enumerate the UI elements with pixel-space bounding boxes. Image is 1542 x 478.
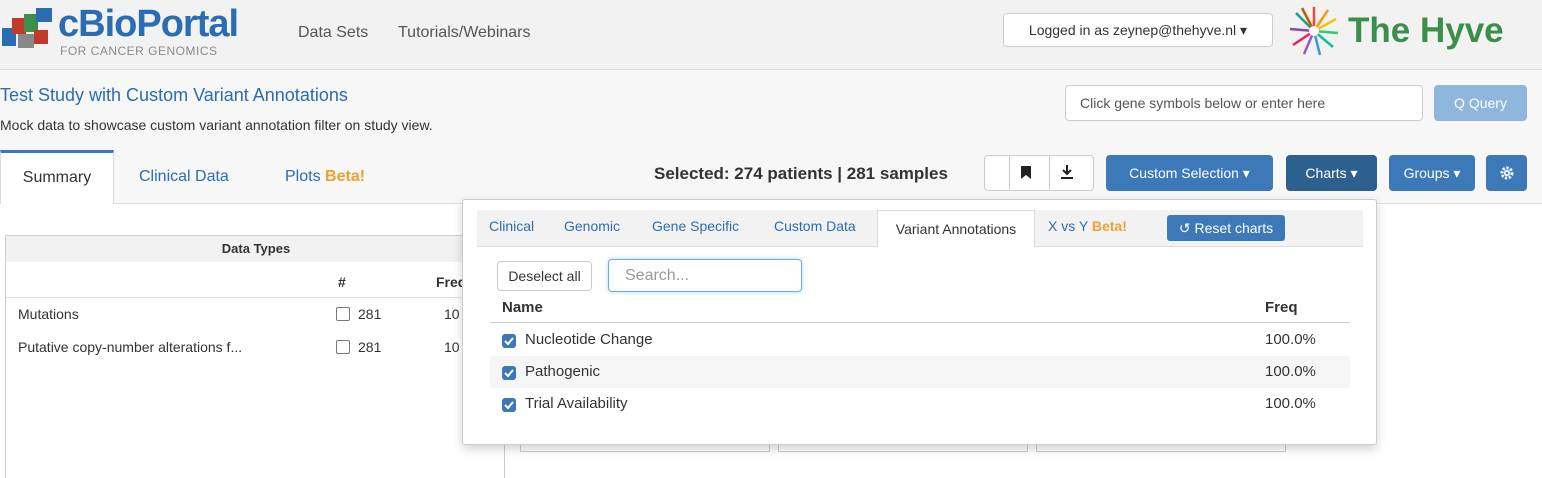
tab-genomic[interactable]: Genomic: [564, 218, 620, 234]
chart-name: Nucleotide Change: [525, 331, 653, 348]
count-column-header: #: [338, 274, 346, 290]
tab-gene-specific[interactable]: Gene Specific: [652, 218, 739, 234]
tab-plots[interactable]: Plots Beta!: [285, 150, 365, 204]
study-description: Mock data to showcase custom variant ann…: [0, 117, 433, 133]
chart-name: Trial Availability: [525, 395, 628, 412]
checkbox[interactable]: [336, 307, 350, 321]
user-menu-button[interactable]: Logged in as zeynep@thehyve.nl ▾: [1003, 13, 1273, 47]
nav-data-sets[interactable]: Data Sets: [298, 24, 368, 42]
chart-freq: 100.0%: [1265, 395, 1316, 412]
chart-freq: 100.0%: [1265, 331, 1316, 348]
chart-name: Pathogenic: [525, 363, 601, 380]
data-types-card: Data Types # Freq Mutations 281 10 Putat…: [5, 235, 506, 478]
view-actions-group: [984, 155, 1094, 191]
data-type-name: Mutations: [18, 306, 79, 322]
divider: [1049, 156, 1050, 190]
bookmark-icon[interactable]: [1021, 166, 1031, 179]
checkbox-checked-icon[interactable]: [502, 334, 516, 348]
charts-dropdown: Clinical Genomic Gene Specific Custom Da…: [462, 199, 1377, 445]
divider: [6, 297, 506, 298]
cbioportal-logo[interactable]: cBioPortal FOR CANCER GENOMICS: [0, 3, 239, 60]
list-item[interactable]: Pathogenic 100.0%: [490, 356, 1350, 388]
tab-clinical[interactable]: Clinical: [489, 218, 534, 234]
count-value: 281: [358, 339, 382, 355]
logo-icon: [2, 8, 52, 48]
divider: [1009, 156, 1010, 190]
tab-x-vs-y[interactable]: X vs Y Beta!: [1048, 218, 1127, 234]
checkbox-checked-icon[interactable]: [502, 366, 516, 380]
top-header: cBioPortal FOR CANCER GENOMICS Data Sets…: [0, 0, 1542, 70]
tab-summary[interactable]: Summary: [0, 150, 114, 204]
chart-search-input[interactable]: Search...: [608, 259, 802, 292]
gene-query-input[interactable]: Click gene symbols below or enter here: [1065, 85, 1423, 121]
reset-charts-button[interactable]: ↺ Reset charts: [1167, 215, 1285, 241]
nav-tutorials[interactable]: Tutorials/Webinars: [398, 24, 531, 42]
data-type-freq: 10: [444, 306, 460, 322]
name-column-header: Name: [502, 299, 543, 316]
tab-variant-annotations[interactable]: Variant Annotations: [877, 210, 1035, 247]
charts-button[interactable]: Charts ▾: [1286, 155, 1377, 191]
tab-x-vs-y-label: X vs Y: [1048, 218, 1088, 234]
data-types-title: Data Types: [6, 236, 506, 262]
groups-button[interactable]: Groups ▾: [1389, 155, 1475, 191]
count-value: 281: [358, 306, 382, 322]
logo-subtitle: FOR CANCER GENOMICS: [60, 44, 218, 58]
data-type-name: Putative copy-number alterations f...: [18, 339, 243, 355]
checkbox-checked-icon[interactable]: [502, 398, 516, 412]
divider: [490, 322, 1350, 323]
download-icon[interactable]: [1060, 164, 1074, 180]
list-item[interactable]: Trial Availability 100.0%: [490, 388, 1350, 420]
tab-clinical-data[interactable]: Clinical Data: [139, 150, 229, 204]
gear-icon: [1500, 166, 1513, 180]
checkbox[interactable]: [336, 340, 350, 354]
custom-selection-button[interactable]: Custom Selection ▾: [1106, 155, 1273, 191]
beta-badge: Beta!: [1091, 218, 1127, 234]
chart-freq: 100.0%: [1265, 363, 1316, 380]
the-hyve-logo: The Hyve: [1283, 5, 1533, 57]
hyve-burst-icon: [1289, 7, 1339, 56]
query-button[interactable]: Q Query: [1434, 85, 1527, 121]
tab-custom-data[interactable]: Custom Data: [774, 218, 856, 234]
charts-dropdown-tabs: Clinical Genomic Gene Specific Custom Da…: [477, 210, 1363, 247]
settings-button[interactable]: [1486, 155, 1527, 191]
freq-column-header: Freq: [1265, 299, 1298, 316]
data-type-count[interactable]: 281: [336, 339, 381, 355]
logo-title: cBioPortal: [58, 3, 239, 45]
study-title[interactable]: Test Study with Custom Variant Annotatio…: [0, 85, 348, 106]
hyve-wordmark: The Hyve: [1348, 11, 1504, 50]
list-item[interactable]: Nucleotide Change 100.0%: [490, 324, 1350, 356]
tab-plots-label: Plots: [285, 168, 321, 185]
beta-badge: Beta!: [325, 168, 366, 185]
selection-summary: Selected: 274 patients | 281 samples: [654, 164, 948, 183]
data-type-freq: 10: [444, 339, 460, 355]
data-type-count[interactable]: 281: [336, 306, 381, 322]
deselect-all-button[interactable]: Deselect all: [497, 261, 592, 291]
